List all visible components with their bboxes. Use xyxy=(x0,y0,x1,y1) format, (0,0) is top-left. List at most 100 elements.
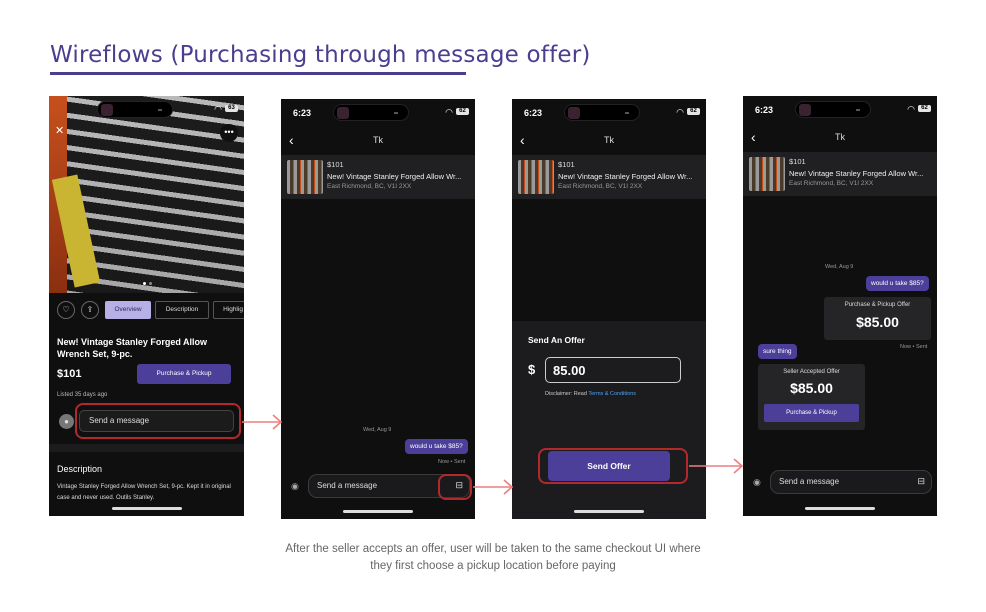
message-placeholder: Send a message xyxy=(779,477,840,486)
dynamic-island xyxy=(564,104,640,121)
flow-arrow-1 xyxy=(242,414,283,430)
wifi-icon: ◠ xyxy=(445,107,453,117)
terms-link[interactable]: Terms & Conditions xyxy=(588,391,636,397)
wifi-icon: ◠ xyxy=(214,104,222,114)
share-icon[interactable]: ⇪ xyxy=(81,301,99,319)
dynamic-island xyxy=(795,101,871,118)
sent-status: Now • Sent xyxy=(900,344,928,350)
close-icon[interactable]: ✕ xyxy=(55,124,64,137)
offer-amount-value: 85.00 xyxy=(553,363,586,378)
status-time: 6:23 xyxy=(755,105,774,115)
description-heading: Description xyxy=(57,464,103,474)
chat-header: ‹ Tk xyxy=(281,127,475,155)
tab-highlights[interactable]: Highlig xyxy=(213,301,244,319)
title-underline xyxy=(50,72,466,75)
tab-description[interactable]: Description xyxy=(155,301,209,319)
offer-amount-input[interactable]: 85.00 xyxy=(545,357,681,383)
dynamic-island xyxy=(333,104,409,121)
screen-offer-accepted: 6:23 ◠ 62 ‹ Tk $101 New! Vintage Stanley… xyxy=(743,96,937,516)
offer-card-title: Purchase & Pickup Offer xyxy=(844,302,911,308)
carousel-dot[interactable] xyxy=(143,282,146,285)
flow-arrow-3 xyxy=(689,458,744,474)
listing-thumbnail xyxy=(518,160,554,194)
screen-listing-detail: ◠ 63 ✕ ••• ♡ ⇪ Overview Description High… xyxy=(49,96,244,516)
contact-name: Tk xyxy=(604,135,614,145)
listing-title: New! Vintage Stanley Forged Allow Wr... xyxy=(327,172,462,181)
home-indicator xyxy=(574,510,644,513)
listing-price: $101 xyxy=(57,368,82,380)
listing-summary[interactable]: $101 New! Vintage Stanley Forged Allow W… xyxy=(512,155,706,199)
chat-date: Wed, Aug 9 xyxy=(825,264,854,270)
carousel-dot[interactable] xyxy=(149,282,152,285)
camera-icon[interactable]: ◉ xyxy=(753,477,761,488)
offer-card: Purchase & Pickup Offer $85.00 xyxy=(824,297,931,340)
heart-icon[interactable]: ♡ xyxy=(57,301,75,319)
status-time: 6:23 xyxy=(293,108,312,118)
message-placeholder: Send a message xyxy=(317,481,378,490)
outgoing-message: would u take $85? xyxy=(866,276,929,291)
listing-photo xyxy=(49,96,244,293)
message-composer[interactable]: Send a message ⊟ xyxy=(770,470,932,494)
tab-overview[interactable]: Overview xyxy=(105,301,151,319)
listing-thumbnail xyxy=(749,157,785,191)
flow-caption: After the seller accepts an offer, user … xyxy=(200,541,786,575)
listing-summary[interactable]: $101 New! Vintage Stanley Forged Allow W… xyxy=(281,155,475,199)
listing-location: East Richmond, BC, V1I 2XX xyxy=(558,183,643,190)
outgoing-message: would u take $85? xyxy=(405,439,468,454)
app-icon xyxy=(337,107,349,119)
home-indicator xyxy=(343,510,413,513)
listing-title: New! Vintage Stanley Forged Allow Wrench… xyxy=(57,337,208,359)
page-title: Wireflows (Purchasing through message of… xyxy=(50,42,591,68)
chat-header: ‹ Tk xyxy=(512,127,706,155)
make-offer-icon[interactable]: ⊟ xyxy=(917,476,925,487)
contact-name: Tk xyxy=(373,135,383,145)
accepted-offer-amount: $85.00 xyxy=(790,380,833,396)
wireflow-canvas: Wireflows (Purchasing through message of… xyxy=(0,0,986,612)
listing-title: New! Vintage Stanley Forged Allow Wr... xyxy=(789,169,924,178)
offer-sheet: Send An Offer $ 85.00 Disclaimer: Read T… xyxy=(512,321,706,519)
offer-sheet-title: Send An Offer xyxy=(528,335,585,345)
flow-arrow-2 xyxy=(473,479,514,495)
highlight-send-offer xyxy=(538,448,688,484)
chat-date: Wed, Aug 9 xyxy=(363,427,392,433)
battery-icon: 63 xyxy=(225,105,238,112)
status-bar: ◠ 63 xyxy=(49,96,244,124)
wifi-icon: ◠ xyxy=(907,104,915,114)
camera-icon[interactable]: ◉ xyxy=(291,481,299,492)
chat-header: ‹ Tk xyxy=(743,124,937,152)
camera-dot-icon xyxy=(625,112,629,114)
listing-price: $101 xyxy=(327,160,344,169)
listing-price: $101 xyxy=(789,157,806,166)
more-options-icon[interactable]: ••• xyxy=(220,124,238,142)
disclaimer-text: Disclaimer: Read xyxy=(545,391,589,397)
battery-icon: 62 xyxy=(918,105,931,112)
seller-avatar[interactable]: ● xyxy=(59,414,74,429)
highlight-message-field xyxy=(75,403,241,439)
offer-card-amount: $85.00 xyxy=(856,314,899,330)
description-text: Vintage Stanley Forged Allow Wrench Set,… xyxy=(57,484,231,501)
sent-status: Now • Sent xyxy=(438,459,466,465)
battery-icon: 62 xyxy=(456,108,469,115)
status-bar: 6:23 ◠ 62 xyxy=(512,99,706,127)
screen-chat: 6:23 ◠ 62 ‹ Tk $101 New! Vintage Stanley… xyxy=(281,99,475,519)
app-icon xyxy=(568,107,580,119)
listing-summary[interactable]: $101 New! Vintage Stanley Forged Allow W… xyxy=(743,152,937,196)
listing-thumbnail xyxy=(287,160,323,194)
app-icon xyxy=(101,104,113,116)
currency-symbol: $ xyxy=(528,362,536,377)
purchase-pickup-button[interactable]: Purchase & Pickup xyxy=(137,364,231,384)
status-time: 6:23 xyxy=(524,108,543,118)
dynamic-island xyxy=(97,101,173,118)
status-bar: 6:23 ◠ 62 xyxy=(281,99,475,127)
section-divider xyxy=(49,444,244,452)
battery-icon: 62 xyxy=(687,108,700,115)
accepted-purchase-pickup-button[interactable]: Purchase & Pickup xyxy=(764,404,859,422)
listing-price: $101 xyxy=(558,160,575,169)
wifi-icon: ◠ xyxy=(676,107,684,117)
status-bar: 6:23 ◠ 62 xyxy=(743,96,937,124)
caption-line-2: they first choose a pickup location befo… xyxy=(370,560,616,572)
home-indicator xyxy=(805,507,875,510)
accepted-offer-card: Seller Accepted Offer $85.00 Purchase & … xyxy=(758,364,865,430)
app-icon xyxy=(799,104,811,116)
listed-date: Listed 35 days ago xyxy=(57,392,108,398)
